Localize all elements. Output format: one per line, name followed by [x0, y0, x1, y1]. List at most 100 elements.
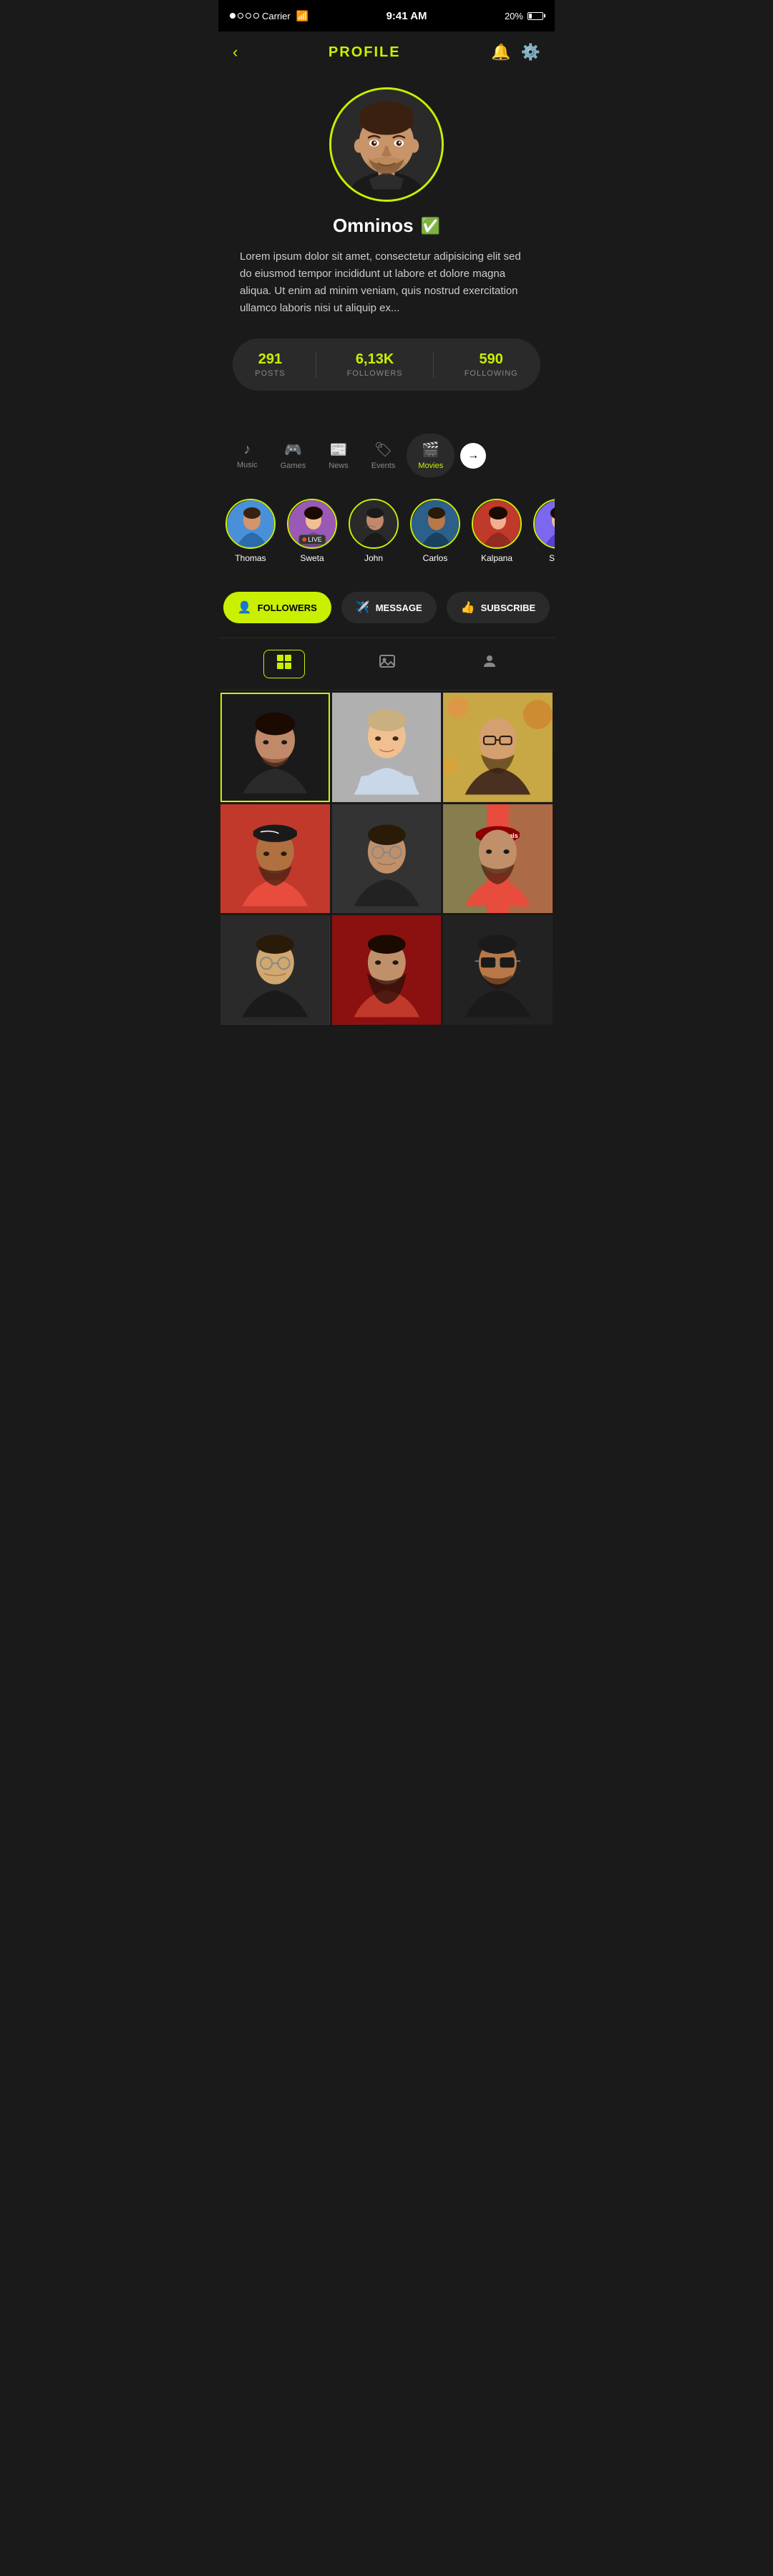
- story-item-carlos[interactable]: Carlos: [410, 499, 460, 563]
- page-title: PROFILE: [329, 44, 401, 61]
- dot-1: [230, 13, 235, 19]
- status-bar: Carrier 📶 9:41 AM 20%: [218, 0, 555, 31]
- subscribe-icon: 👍: [461, 600, 475, 615]
- avatar[interactable]: [329, 87, 444, 202]
- story-name-carlos: Carlos: [423, 553, 448, 563]
- story-avatar-sw: [533, 499, 555, 549]
- profile-section: Omninos ✅ Lorem ipsum dolor sit amet, co…: [218, 73, 555, 412]
- posts-label: POSTS: [255, 369, 285, 378]
- photo-cell-3[interactable]: [443, 693, 553, 802]
- story-item-thomas[interactable]: Thomas: [225, 499, 276, 563]
- followers-count: 6,13K: [347, 351, 403, 368]
- tab-music[interactable]: ♪ Music: [225, 434, 269, 477]
- photo-cell-7[interactable]: [220, 915, 330, 1025]
- story-avatar-sweta: LIVE: [287, 499, 337, 549]
- actions-section: 👤 FOLLOWERS ✈️ MESSAGE 👍 SUBSCRIBE: [218, 577, 555, 638]
- dot-3: [245, 13, 251, 19]
- tabs-arrow-button[interactable]: →: [460, 443, 486, 469]
- story-item-john[interactable]: John: [349, 499, 399, 563]
- view-tabs: [218, 638, 555, 691]
- movies-icon: 🎬: [422, 441, 439, 459]
- followers-button[interactable]: 👤 FOLLOWERS: [223, 592, 331, 623]
- music-icon: ♪: [243, 441, 251, 458]
- tab-games-label: Games: [281, 462, 306, 470]
- message-icon: ✈️: [356, 600, 370, 615]
- settings-gear-icon[interactable]: ⚙️: [521, 43, 540, 62]
- followers-icon: 👤: [238, 600, 252, 615]
- stories-row: Thomas LIVE Sweta: [225, 499, 548, 570]
- live-dot: [302, 537, 306, 542]
- message-button-label: MESSAGE: [376, 602, 422, 613]
- live-badge: LIVE: [298, 535, 326, 545]
- tab-news-label: News: [329, 462, 349, 470]
- username-row: Omninos ✅: [333, 215, 440, 237]
- followers-label: FOLLOWERS: [347, 369, 403, 378]
- story-avatar-john: [349, 499, 399, 549]
- following-count: 590: [465, 351, 518, 368]
- story-item-kalpana[interactable]: Kalpana: [472, 499, 522, 563]
- battery-percent: 20%: [505, 11, 523, 21]
- story-item-sweta[interactable]: LIVE Sweta: [287, 499, 337, 563]
- photo-cell-4[interactable]: [220, 804, 330, 914]
- stat-divider-2: [433, 351, 434, 378]
- stories-section: Thomas LIVE Sweta: [218, 484, 555, 577]
- category-tabs-section: ♪ Music 🎮 Games 📰 News 🏷 Events 🎬 Movies…: [218, 412, 555, 484]
- battery-fill: [529, 14, 532, 19]
- tabs-scroll: ♪ Music 🎮 Games 📰 News 🏷 Events 🎬 Movies…: [218, 434, 555, 477]
- view-tab-images[interactable]: [367, 650, 407, 678]
- story-name-sw: Sw...: [549, 553, 555, 563]
- verified-badge-icon: ✅: [421, 217, 440, 235]
- header: ‹ PROFILE 🔔 ⚙️: [218, 31, 555, 73]
- photo-grid: Cardinals: [218, 691, 555, 1027]
- user-bio: Lorem ipsum dolor sit amet, consectetur …: [233, 248, 540, 317]
- photo-cell-1[interactable]: [220, 693, 330, 802]
- back-button[interactable]: ‹: [233, 43, 238, 62]
- story-name-john: John: [364, 553, 383, 563]
- followers-button-label: FOLLOWERS: [258, 602, 317, 613]
- tab-movies[interactable]: 🎬 Movies: [407, 434, 454, 477]
- wifi-icon: 📶: [296, 10, 308, 22]
- status-left: Carrier 📶: [230, 10, 308, 22]
- photo-cell-6[interactable]: Cardinals: [443, 804, 553, 914]
- header-icons: 🔔 ⚙️: [491, 43, 540, 62]
- stat-followers[interactable]: 6,13K FOLLOWERS: [347, 351, 403, 378]
- signal-dots: [230, 13, 259, 19]
- status-right: 20%: [505, 11, 543, 21]
- status-time: 9:41 AM: [386, 10, 427, 22]
- posts-count: 291: [255, 351, 285, 368]
- stats-row: 291 POSTS 6,13K FOLLOWERS 590 FOLLOWING: [233, 338, 540, 391]
- view-tab-person[interactable]: [470, 650, 510, 678]
- photo-cell-9[interactable]: [443, 915, 553, 1025]
- view-tab-grid[interactable]: [263, 650, 305, 678]
- story-avatar-kalpana: [472, 499, 522, 549]
- story-item-sw[interactable]: Sw...: [533, 499, 555, 563]
- tab-events[interactable]: 🏷 Events: [360, 434, 407, 477]
- story-name-thomas: Thomas: [235, 553, 266, 563]
- photo-cell-2[interactable]: [332, 693, 442, 802]
- tab-news[interactable]: 📰 News: [317, 434, 360, 477]
- photo-cell-8[interactable]: [332, 915, 442, 1025]
- stat-following[interactable]: 590 FOLLOWING: [465, 351, 518, 378]
- subscribe-button-label: SUBSCRIBE: [481, 602, 536, 613]
- games-icon: 🎮: [284, 441, 302, 459]
- dot-2: [238, 13, 243, 19]
- story-avatar-carlos: [410, 499, 460, 549]
- story-avatar-thomas: [225, 499, 276, 549]
- events-icon: 🏷: [374, 441, 392, 459]
- story-name-sweta: Sweta: [300, 553, 324, 563]
- carrier-label: Carrier: [262, 11, 291, 21]
- photo-cell-5[interactable]: [332, 804, 442, 914]
- tab-events-label: Events: [371, 462, 396, 470]
- battery-icon: [528, 12, 543, 20]
- dot-4: [253, 13, 259, 19]
- news-icon: 📰: [330, 441, 348, 459]
- tab-music-label: Music: [237, 461, 258, 469]
- tab-games[interactable]: 🎮 Games: [269, 434, 317, 477]
- battery-bar: [528, 12, 543, 20]
- following-label: FOLLOWING: [465, 369, 518, 378]
- message-button[interactable]: ✈️ MESSAGE: [341, 592, 437, 623]
- tab-movies-label: Movies: [418, 462, 443, 470]
- stat-posts[interactable]: 291 POSTS: [255, 351, 285, 378]
- subscribe-button[interactable]: 👍 SUBSCRIBE: [447, 592, 550, 623]
- notification-bell-icon[interactable]: 🔔: [491, 43, 510, 62]
